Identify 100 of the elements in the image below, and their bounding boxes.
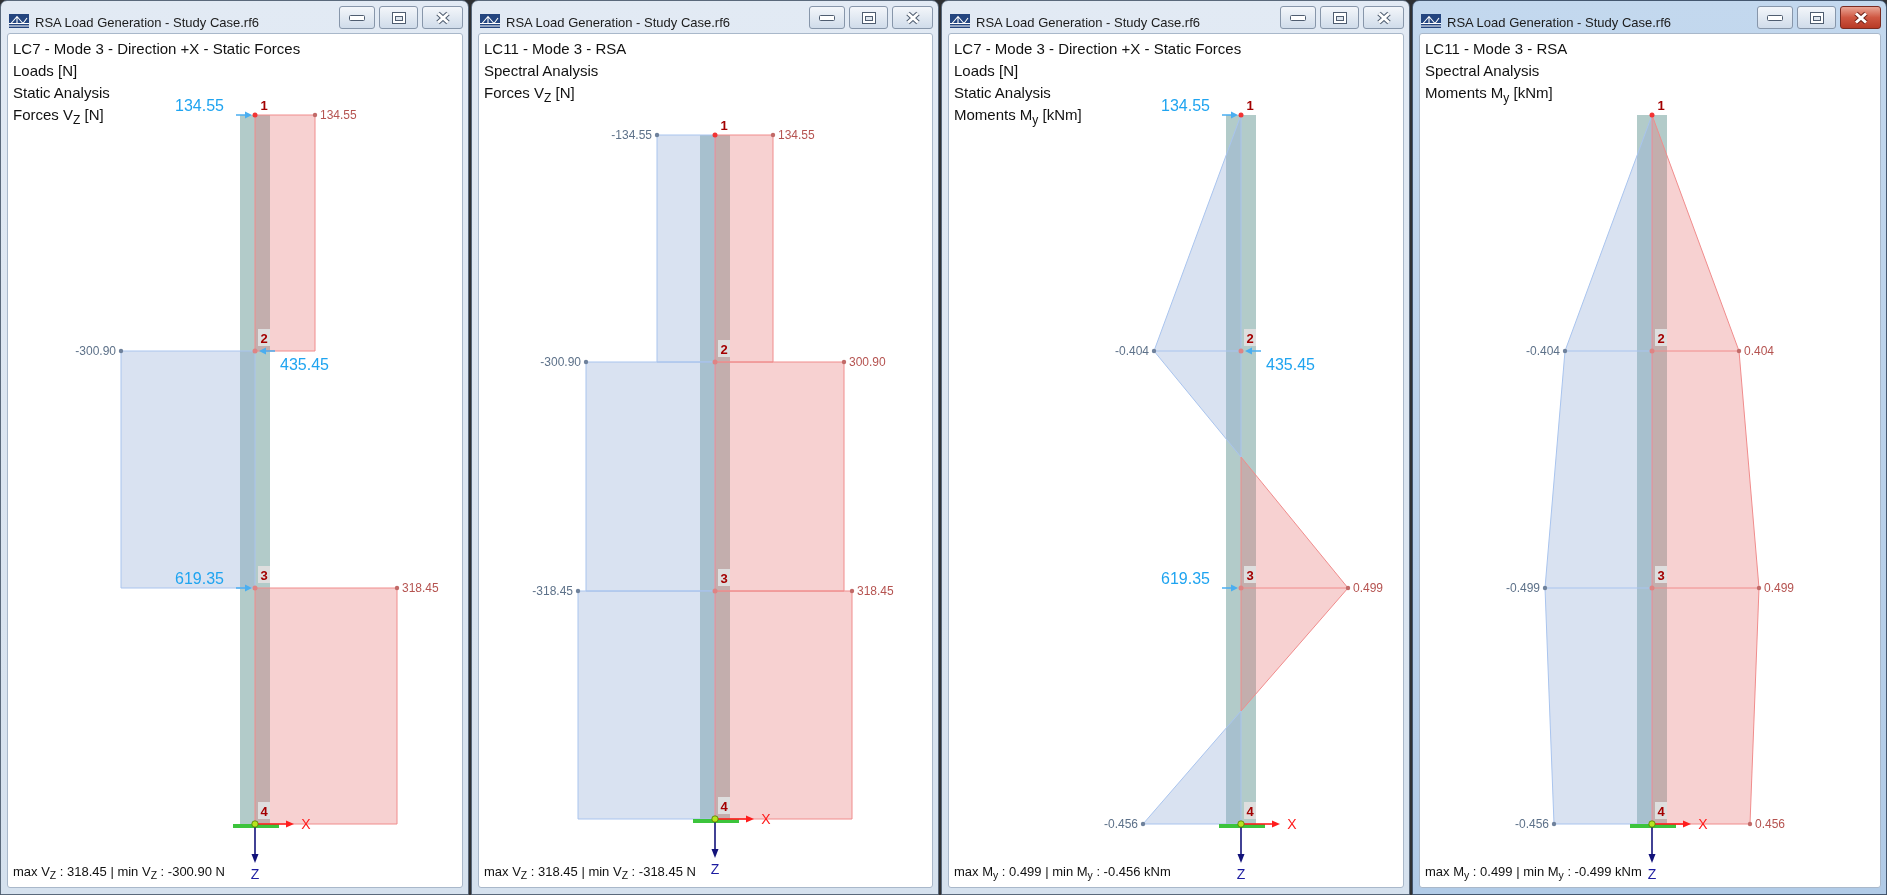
extremes-summary: max V$_{Z}$ : 318.45 | min V$_{Z}$ : -318.45 N xyxy=(484,863,696,881)
value-point-icon xyxy=(1756,585,1762,591)
info-line: Forces V$_{Z}$ [N] xyxy=(484,83,575,104)
node-point-icon xyxy=(1238,585,1244,591)
load-value: 435.45 xyxy=(280,355,329,373)
close-button[interactable] xyxy=(1363,6,1404,29)
info-line: LC7 - Mode 3 - Direction +X - Static Forces xyxy=(954,39,1242,59)
node-point-icon xyxy=(251,820,259,828)
value-point-icon xyxy=(1736,348,1742,354)
axis-label: X xyxy=(1698,816,1708,832)
node-point-icon xyxy=(1649,348,1655,354)
maximize-icon xyxy=(861,11,876,24)
window-title: RSA Load Generation - Study Case.rf6 xyxy=(1447,15,1672,31)
minimize-button[interactable] xyxy=(1757,6,1793,29)
close-button[interactable] xyxy=(422,6,463,29)
node-point-icon xyxy=(712,588,718,594)
load-value: 619.35 xyxy=(175,569,224,587)
diagram-value: -300.90 xyxy=(540,355,581,369)
minimize-button[interactable] xyxy=(809,6,845,29)
node-number: 3 xyxy=(1655,566,1667,583)
load-value: 435.45 xyxy=(1266,355,1315,373)
load-value: 619.35 xyxy=(1161,569,1210,587)
node-number: 3 xyxy=(258,566,270,583)
diagram-value: -0.499 xyxy=(1505,581,1540,595)
node-number: 4 xyxy=(718,797,730,814)
node-point-icon xyxy=(1238,348,1244,354)
node-point-icon xyxy=(1648,820,1656,828)
node-number: 4 xyxy=(258,802,270,819)
close-icon xyxy=(434,10,451,25)
info-line: Loads [N] xyxy=(13,61,78,81)
load-arrow xyxy=(259,347,276,355)
diagram-value: 318.45 xyxy=(402,581,439,595)
value-point-icon xyxy=(1140,821,1146,827)
extremes-summary: max M$_{y}$ : 0.499 | min M$_{y}$ : -0.499 kNm xyxy=(1425,863,1642,881)
truss-icon xyxy=(1421,14,1441,28)
node-point-icon xyxy=(1649,112,1655,118)
value-point-icon xyxy=(849,588,855,594)
diagram-value: -0.404 xyxy=(1525,344,1560,358)
close-button[interactable] xyxy=(892,6,933,29)
minimize-button[interactable] xyxy=(1280,6,1316,29)
value-point-icon xyxy=(841,359,847,365)
node-point-icon xyxy=(252,112,258,118)
axis-label: X xyxy=(761,811,771,827)
load-value: 134.55 xyxy=(175,96,224,114)
node-point-icon xyxy=(1237,820,1245,828)
diagram-value: -0.456 xyxy=(1103,817,1138,831)
value-point-icon xyxy=(1345,585,1351,591)
node-point-icon xyxy=(1649,585,1655,591)
node-number: 2 xyxy=(1655,329,1667,346)
node-number: 4 xyxy=(1244,802,1256,819)
axis-label: Z xyxy=(1647,866,1657,882)
node-number: 4 xyxy=(1655,802,1667,819)
load-arrow xyxy=(1221,111,1238,119)
value-point-icon xyxy=(1562,348,1568,354)
truss-icon xyxy=(9,14,29,28)
maximize-icon xyxy=(1332,11,1347,24)
value-point-icon xyxy=(575,588,581,594)
info-line: LC7 - Mode 3 - Direction +X - Static Forces xyxy=(13,39,301,59)
window-title: RSA Load Generation - Study Case.rf6 xyxy=(506,15,731,31)
node-point-icon xyxy=(252,348,258,354)
node-number: 2 xyxy=(718,340,730,357)
close-button[interactable] xyxy=(1840,6,1881,29)
maximize-button[interactable] xyxy=(1797,6,1836,29)
close-icon xyxy=(904,10,921,25)
node-number: 1 xyxy=(1657,97,1665,113)
diagram-value: 0.499 xyxy=(1764,581,1795,595)
node-point-icon xyxy=(252,585,258,591)
minimize-icon xyxy=(1290,14,1306,21)
axis-label: Z xyxy=(250,866,260,882)
node-number: 1 xyxy=(260,97,268,113)
axis-label: Z xyxy=(1236,866,1246,882)
minimize-icon xyxy=(819,14,835,21)
maximize-button[interactable] xyxy=(1320,6,1359,29)
maximize-button[interactable] xyxy=(379,6,418,29)
value-point-icon xyxy=(1151,348,1157,354)
close-icon xyxy=(1852,10,1869,25)
extremes-summary: max M$_{y}$ : 0.499 | min M$_{y}$ : -0.456 kNm xyxy=(954,863,1171,881)
load-value: 134.55 xyxy=(1161,96,1210,114)
truss-icon xyxy=(480,14,500,28)
value-point-icon xyxy=(583,359,589,365)
close-icon xyxy=(1375,10,1392,25)
value-point-icon xyxy=(770,132,776,138)
info-line: Loads [N] xyxy=(954,61,1019,81)
minimize-button[interactable] xyxy=(339,6,375,29)
maximize-button[interactable] xyxy=(849,6,888,29)
info-line: Moments M$_{y}$ [kNm] xyxy=(954,105,1082,126)
diagram-value: 0.404 xyxy=(1744,344,1775,358)
node-point-icon xyxy=(712,132,718,138)
node-number: 2 xyxy=(258,329,270,346)
diagram-value: -300.90 xyxy=(75,344,116,358)
maximize-icon xyxy=(391,11,406,24)
info-line: Moments M$_{y}$ [kNm] xyxy=(1425,83,1553,104)
diagram-value: -0.404 xyxy=(1114,344,1149,358)
window-title: RSA Load Generation - Study Case.rf6 xyxy=(35,15,260,31)
value-point-icon xyxy=(654,132,660,138)
node-point-icon xyxy=(712,359,718,365)
diagram-value: 0.499 xyxy=(1353,581,1384,595)
maximize-icon xyxy=(1809,11,1824,24)
diagram-value: 300.90 xyxy=(849,355,886,369)
node-number: 3 xyxy=(718,569,730,586)
